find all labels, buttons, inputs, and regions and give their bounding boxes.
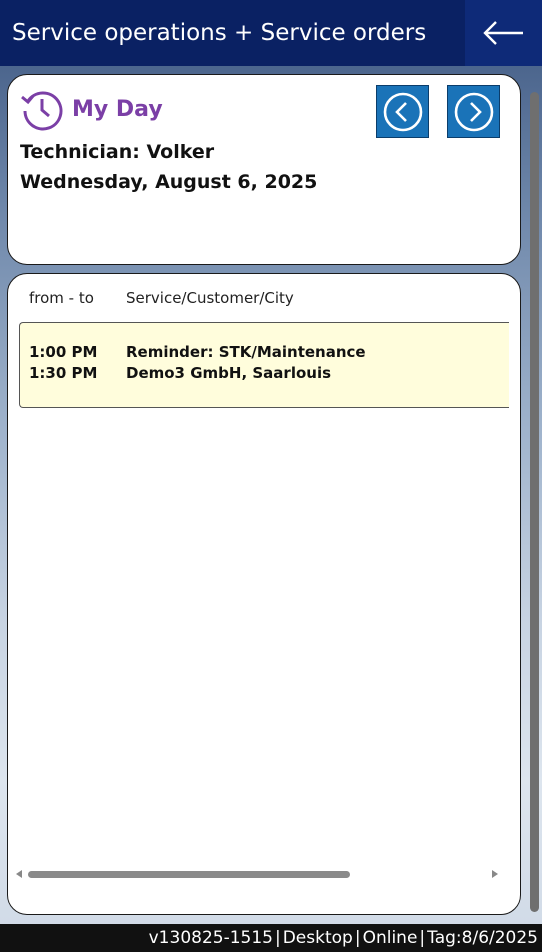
my-day-heading: My Day bbox=[20, 87, 163, 131]
footer-separator: | bbox=[274, 928, 281, 948]
version-label: v130825-1515 bbox=[148, 928, 273, 948]
platform-label: Desktop bbox=[282, 928, 353, 948]
app-title: Service operations + Service orders bbox=[12, 20, 427, 46]
history-clock-icon bbox=[21, 91, 63, 131]
summary-card: My Day Technician: Volker Wednesday, Aug… bbox=[7, 74, 521, 265]
vertical-scroll-thumb[interactable] bbox=[530, 92, 539, 912]
previous-day-button[interactable] bbox=[376, 85, 429, 138]
my-day-label: My Day bbox=[72, 96, 163, 122]
date-label: Wednesday, August 6, 2025 bbox=[20, 171, 318, 193]
next-day-button[interactable] bbox=[447, 85, 500, 138]
chevron-right-circle-icon bbox=[454, 92, 493, 131]
appointment-end-time: 1:30 PM bbox=[29, 364, 98, 382]
column-header-from-to: from - to bbox=[29, 289, 94, 307]
tag-label: Tag:8/6/2025 bbox=[427, 928, 538, 948]
scroll-right-arrow-icon[interactable] bbox=[492, 870, 498, 878]
back-button[interactable] bbox=[465, 0, 542, 66]
app-header: Service operations + Service orders bbox=[0, 0, 542, 66]
status-footer: v130825-1515 | Desktop | Online | Tag:8/… bbox=[0, 924, 542, 952]
scroll-left-arrow-icon[interactable] bbox=[16, 870, 22, 878]
column-header-service: Service/Customer/City bbox=[126, 289, 294, 307]
appointment-item[interactable]: 1:00 PM 1:30 PM Reminder: STK/Maintenanc… bbox=[19, 322, 509, 408]
vertical-scrollbar[interactable] bbox=[528, 86, 542, 918]
horizontal-scrollbar[interactable] bbox=[14, 868, 498, 882]
technician-label: Technician: Volker bbox=[20, 141, 215, 163]
appointments-card: from - to Service/Customer/City 1:00 PM … bbox=[7, 273, 521, 915]
footer-separator: | bbox=[419, 928, 426, 948]
horizontal-scroll-thumb[interactable] bbox=[28, 871, 350, 878]
appointment-customer-city: Demo3 GmbH, Saarlouis bbox=[126, 364, 332, 382]
arrow-left-icon bbox=[482, 21, 523, 45]
footer-separator: | bbox=[354, 928, 361, 948]
chevron-left-circle-icon bbox=[383, 92, 422, 131]
connection-status-label: Online bbox=[362, 928, 418, 948]
appointment-service: Reminder: STK/Maintenance bbox=[126, 343, 366, 361]
appointment-start-time: 1:00 PM bbox=[29, 343, 98, 361]
